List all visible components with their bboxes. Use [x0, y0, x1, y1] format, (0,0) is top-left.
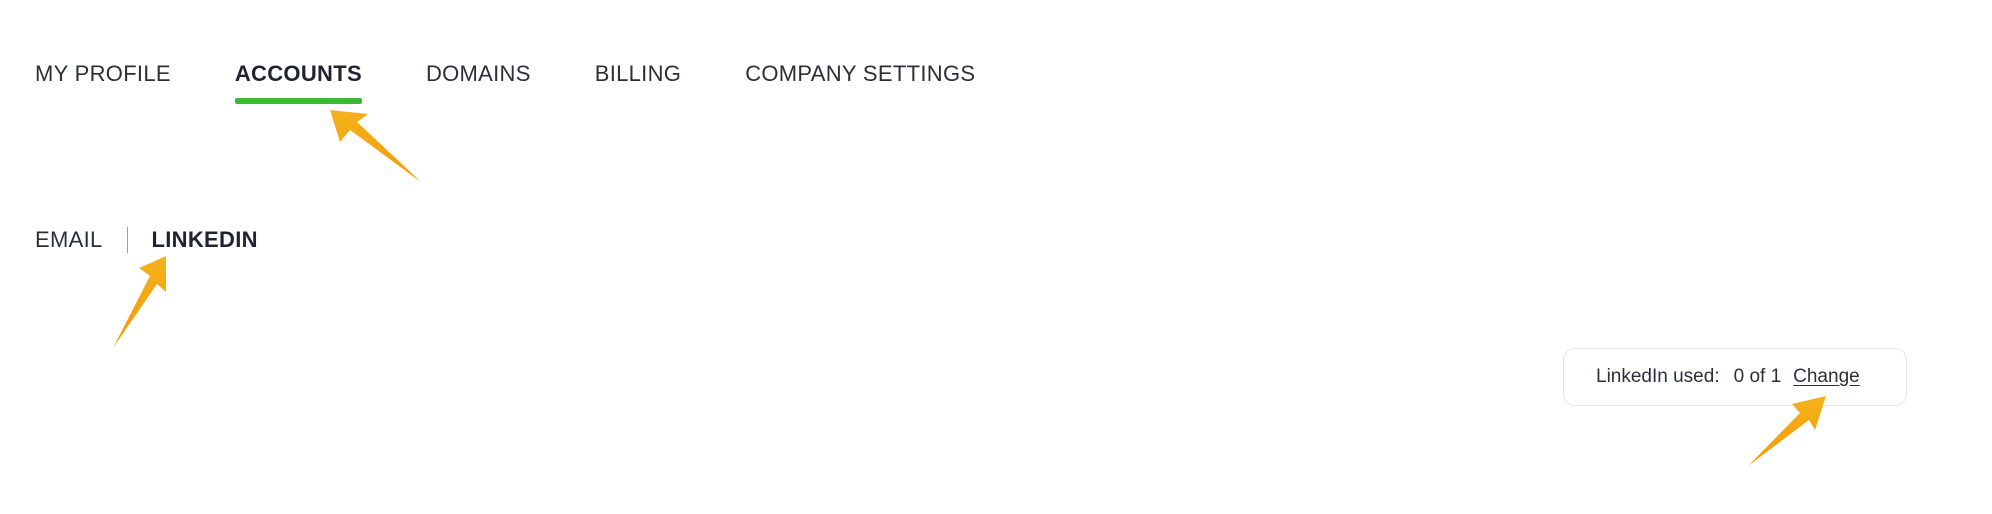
settings-tab-bar: MY PROFILE ACCOUNTS DOMAINS BILLING COMP… — [35, 58, 975, 106]
tab-company-settings[interactable]: COMPANY SETTINGS — [745, 58, 975, 100]
tab-accounts[interactable]: ACCOUNTS — [234, 58, 363, 104]
tab-my-profile[interactable]: MY PROFILE — [35, 58, 171, 100]
usage-label: LinkedIn used: — [1596, 366, 1720, 387]
subtab-email[interactable]: EMAIL — [35, 224, 103, 256]
tab-billing[interactable]: BILLING — [595, 58, 681, 100]
usage-count: 0 of 1 — [1733, 366, 1782, 387]
annotation-arrow-icon — [330, 110, 421, 182]
annotation-arrow-icon — [113, 256, 166, 348]
tab-domains[interactable]: DOMAINS — [426, 58, 531, 100]
change-link[interactable]: Change — [1793, 366, 1860, 388]
annotation-arrow-icon — [1748, 396, 1826, 466]
